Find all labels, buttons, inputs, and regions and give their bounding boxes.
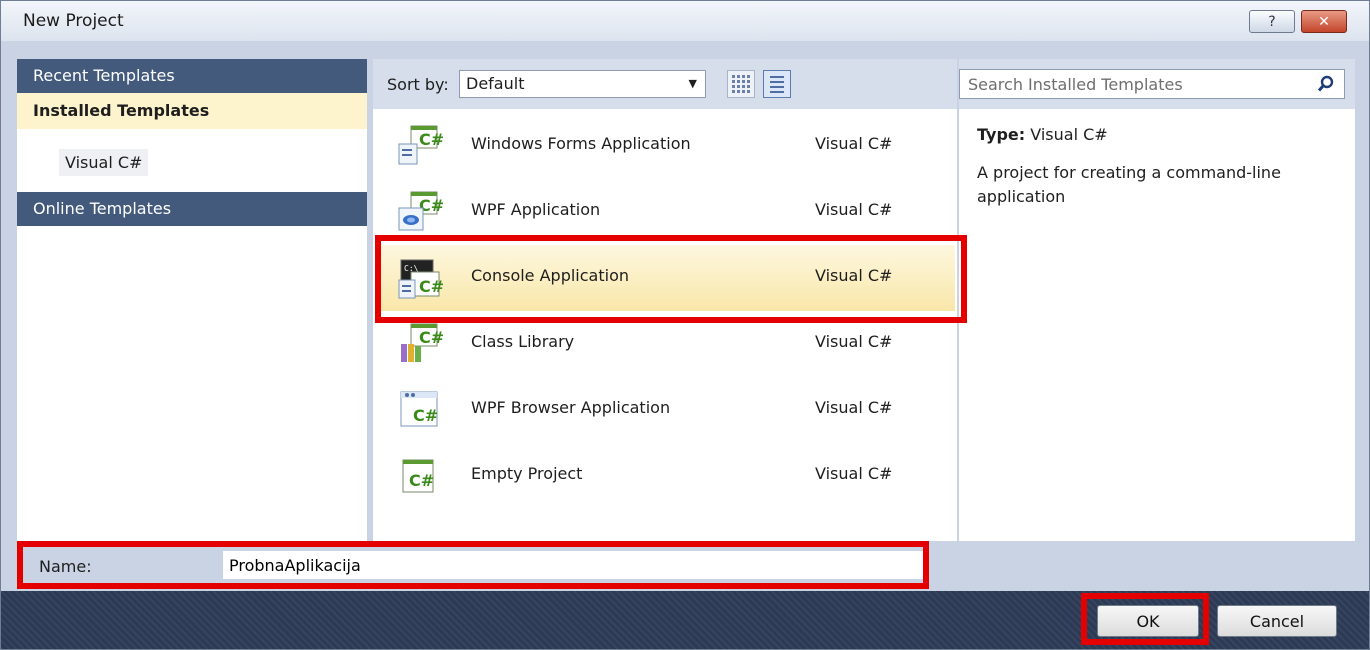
template-toolbar: Sort by: Default ▼ [373, 59, 957, 109]
template-name: Windows Forms Application [471, 134, 691, 153]
dialog-footer: OK Cancel [1, 591, 1369, 649]
template-type: Type: Visual C# [977, 125, 1108, 144]
template-language: Visual C# [815, 200, 893, 219]
template-row-empty-project[interactable]: C# Empty Project Visual C# [375, 443, 955, 509]
name-bar: Name: [17, 543, 1355, 589]
search-placeholder: Search Installed Templates [968, 75, 1183, 94]
svg-text:C#: C# [409, 471, 434, 490]
svg-text:C#: C# [413, 406, 438, 425]
online-templates-item[interactable]: Online Templates [17, 192, 367, 226]
details-view-button[interactable] [763, 70, 791, 98]
sort-by-label: Sort by: [387, 75, 449, 94]
close-button[interactable]: ✕ [1301, 10, 1347, 33]
template-language: Visual C# [815, 266, 893, 285]
svg-text:C#: C# [419, 328, 443, 347]
window-title: New Project [23, 11, 124, 31]
template-name: WPF Application [471, 200, 601, 219]
sort-dropdown-value: Default [466, 74, 525, 93]
help-button[interactable]: ? [1249, 10, 1295, 33]
grid-view-icon [732, 75, 750, 93]
title-bar: New Project ? ✕ [1, 1, 1369, 41]
wpf-browser-csharp-icon: C# [400, 391, 438, 427]
template-name: Console Application [471, 266, 629, 285]
template-language: Visual C# [815, 134, 893, 153]
recent-templates-item[interactable]: Recent Templates [17, 59, 367, 93]
sort-dropdown[interactable]: Default ▼ [459, 70, 706, 98]
svg-text:C#: C# [419, 130, 443, 149]
template-description: A project for creating a command-line ap… [977, 163, 1281, 206]
console-csharp-icon: C:\ C# [398, 259, 443, 299]
list-view-icon [770, 75, 784, 93]
search-icon[interactable] [1316, 74, 1336, 94]
ok-button[interactable]: OK [1097, 605, 1199, 637]
template-name: Class Library [471, 332, 575, 351]
template-language: Visual C# [815, 464, 893, 483]
small-icons-view-button[interactable] [727, 70, 755, 98]
template-list-panel: Sort by: Default ▼ C# Windows Forms Appl… [373, 59, 957, 541]
template-row-class-library[interactable]: C# Class Library Visual C# [375, 311, 955, 377]
installed-templates-item[interactable]: Installed Templates [17, 93, 367, 129]
project-name-input[interactable] [223, 551, 923, 579]
template-name: Empty Project [471, 464, 583, 483]
template-row-console[interactable]: C:\ C# Console Application Visual C# [375, 245, 955, 311]
cancel-button[interactable]: Cancel [1217, 605, 1337, 637]
template-language: Visual C# [815, 332, 893, 351]
template-name: WPF Browser Application [471, 398, 671, 417]
search-bar-area: Search Installed Templates [959, 59, 1355, 109]
type-label: Type: [977, 125, 1026, 144]
template-language: Visual C# [815, 398, 893, 417]
template-categories: Recent Templates Installed Templates Vis… [17, 59, 367, 541]
name-label: Name: [39, 557, 92, 576]
wpf-csharp-icon: C# [398, 191, 443, 231]
svg-text:C#: C# [419, 277, 443, 296]
template-row-wpf-browser[interactable]: C# WPF Browser Application Visual C# [375, 377, 955, 443]
visual-csharp-item[interactable]: Visual C# [59, 149, 149, 176]
new-project-dialog: New Project ? ✕ Recent Templates Install… [0, 0, 1370, 650]
type-value: Visual C# [1030, 125, 1108, 144]
empty-project-csharp-icon: C# [402, 459, 434, 493]
search-input[interactable]: Search Installed Templates [959, 69, 1345, 99]
dropdown-arrow-icon: ▼ [688, 77, 697, 90]
template-details-panel: Search Installed Templates Type: Visual … [959, 59, 1355, 541]
template-row-wpf[interactable]: C# WPF Application Visual C# [375, 179, 955, 245]
windows-forms-csharp-icon: C# [398, 125, 443, 165]
template-row-windows-forms[interactable]: C# Windows Forms Application Visual C# [375, 113, 955, 179]
class-library-csharp-icon: C# [401, 323, 443, 362]
